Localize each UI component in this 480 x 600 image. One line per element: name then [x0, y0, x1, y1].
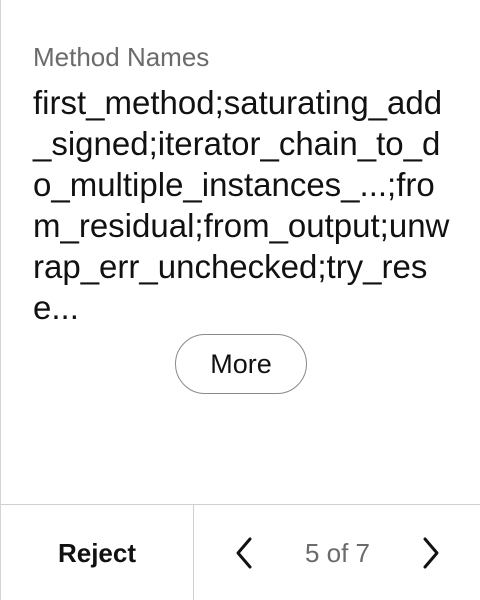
field-value: first_method;saturating_add_signed;itera…: [33, 84, 450, 326]
field-label: Method Names: [33, 42, 210, 72]
field-block: Method Names first_method;saturating_add…: [33, 40, 453, 328]
chevron-left-icon[interactable]: [228, 533, 260, 573]
suggestion-panel: Method Names first_method;saturating_add…: [0, 0, 480, 600]
page-indicator: 5 of 7: [304, 537, 371, 568]
more-button[interactable]: More: [175, 334, 307, 394]
more-container: More: [1, 334, 480, 394]
footer-bar: Reject 5 of 7: [1, 504, 480, 600]
reject-button[interactable]: Reject: [1, 505, 194, 600]
pager: 5 of 7: [194, 505, 480, 600]
chevron-right-icon[interactable]: [415, 533, 447, 573]
